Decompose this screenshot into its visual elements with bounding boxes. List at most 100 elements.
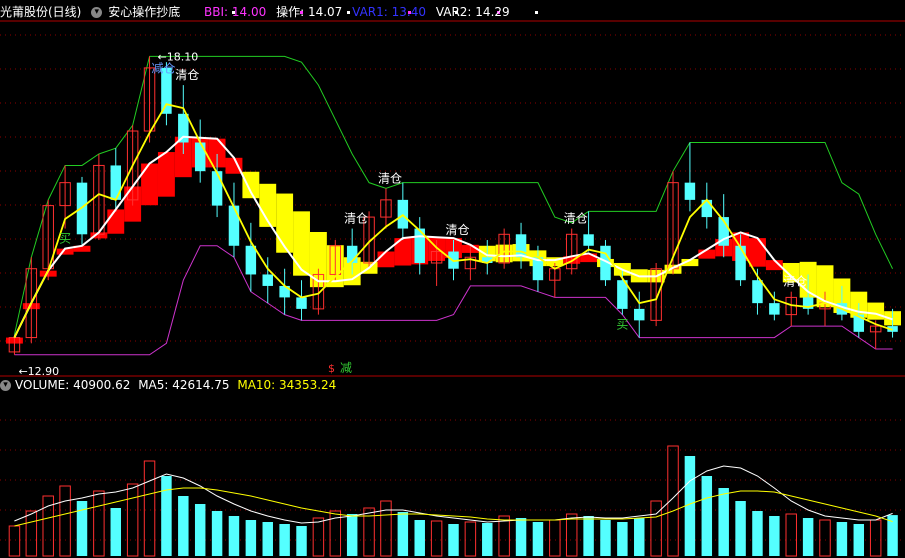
candle-body xyxy=(583,234,594,246)
candle-body xyxy=(262,274,273,286)
clear-signal-label: 清仓 xyxy=(378,171,402,185)
volume-bar xyxy=(785,513,797,557)
buy-signal-label: 买 xyxy=(59,232,71,246)
volume-bar xyxy=(25,510,38,557)
ribbon-segment xyxy=(377,251,395,268)
reduce-position-label: 减仓 xyxy=(152,61,176,75)
candle-body xyxy=(634,308,645,321)
ribbon-segment xyxy=(749,238,766,267)
candle-body xyxy=(769,303,780,315)
candle-body xyxy=(211,171,223,206)
candle-body xyxy=(752,280,763,304)
volume-bar xyxy=(245,520,257,556)
volume-bar xyxy=(143,460,156,557)
candle-body xyxy=(735,245,746,281)
volume-bar xyxy=(279,524,290,556)
volume-bar xyxy=(752,511,763,556)
signal-dot xyxy=(535,11,538,14)
ma10-value: MA10: 34353.24 xyxy=(237,378,337,392)
candle-body xyxy=(245,245,257,275)
volume-bar xyxy=(482,523,493,556)
ribbon-segment xyxy=(867,302,885,320)
volume-bar xyxy=(430,520,443,557)
volume-bar xyxy=(869,519,882,557)
volume-panel-header: ▾ VOLUME: 40900.62 MA5: 42614.75 MA10: 34… xyxy=(0,378,340,394)
volume-bar xyxy=(819,519,831,557)
volume-value: VOLUME: 40900.62 xyxy=(15,378,131,392)
volume-bar xyxy=(583,516,594,556)
volume-bar xyxy=(836,522,848,556)
volume-bar xyxy=(701,476,713,556)
volume-bar xyxy=(532,522,544,556)
volume-bar xyxy=(262,522,273,556)
volume-bar xyxy=(346,514,358,556)
volume-bar xyxy=(549,519,561,557)
volume-bar xyxy=(515,518,527,556)
ribbon-segment xyxy=(276,193,294,253)
min-price-label: ←12.90 xyxy=(18,365,59,378)
indicator-dropdown-icon[interactable]: ▾ xyxy=(91,7,103,18)
volume-bar xyxy=(464,521,477,557)
dollar-signal-label: $ xyxy=(328,362,335,375)
volume-bar xyxy=(650,500,662,557)
volume-bar xyxy=(296,526,307,556)
reduce-signal-label: 减 xyxy=(340,361,352,375)
volume-bar xyxy=(634,518,645,556)
var2-value: VAR2: 14.29 xyxy=(435,5,510,19)
price-panel-header: 光莆股份(日线) ▾ 安心操作抄底 BBI: 14.00 操作: 14.07 VA… xyxy=(0,3,516,21)
candle-body xyxy=(296,297,307,309)
volume-bar xyxy=(498,515,510,557)
volume-bar xyxy=(194,504,206,556)
ma5-value: MA5: 42614.75 xyxy=(138,378,230,392)
ribbon-segment xyxy=(107,209,125,234)
buy-signal-label: 买 xyxy=(616,318,628,332)
volume-bar xyxy=(397,512,409,556)
candle-body xyxy=(684,182,696,200)
volume-bar xyxy=(380,500,392,557)
var1-value: VAR1: 13.40 xyxy=(352,5,426,19)
volume-bar xyxy=(363,507,375,557)
bbi-value: BBI: 14.00 xyxy=(204,5,267,19)
candle-body xyxy=(178,113,189,143)
volume-bar xyxy=(414,520,425,556)
stock-title[interactable]: 光莆股份(日线) xyxy=(0,5,81,19)
op-value: 操作: 14.07 xyxy=(276,5,343,19)
volume-bar xyxy=(617,522,628,556)
candles xyxy=(8,56,898,355)
ribbon-segment xyxy=(141,163,158,206)
volume-bar xyxy=(8,525,21,557)
volume-bar xyxy=(448,524,459,556)
clear-signal-label: 清仓 xyxy=(564,212,588,226)
candle-body xyxy=(194,142,206,172)
volume-bar xyxy=(93,490,105,557)
volume-bar xyxy=(735,501,746,556)
candle-body xyxy=(515,234,527,258)
volume-bar xyxy=(110,508,121,556)
clear-signal-label: 清仓 xyxy=(783,275,807,289)
volume-bar xyxy=(228,516,240,556)
volume-bar xyxy=(161,476,172,556)
volume-bar xyxy=(802,518,814,556)
candle-body xyxy=(228,205,240,246)
volume-bar xyxy=(853,524,865,556)
volume-bar xyxy=(769,516,780,556)
volume-dropdown-icon[interactable]: ▾ xyxy=(0,380,11,391)
volume-bar xyxy=(211,511,223,556)
candle-body xyxy=(110,165,121,200)
stock-chart[interactable]: ←18.10←12.90减仓 清仓清仓清仓清仓清仓清仓买买$ 减 xyxy=(0,0,905,558)
volume-bar xyxy=(565,513,578,557)
volume-bar xyxy=(600,520,611,556)
volume-bar xyxy=(126,483,139,557)
clear-signal-label: 清仓 xyxy=(446,223,470,237)
volume-bar xyxy=(312,517,325,557)
clear-signal-label: 清仓 xyxy=(344,212,368,226)
volume-bar xyxy=(718,488,729,556)
clear-signal-label: 清仓 xyxy=(175,68,199,82)
ribbon-segment xyxy=(293,211,310,276)
volume-bar xyxy=(178,496,189,556)
volume-bar xyxy=(59,485,71,557)
volume-bars xyxy=(8,445,898,557)
ribbon-segment xyxy=(242,171,260,199)
ribbon-segment xyxy=(157,152,175,197)
indicator-name[interactable]: 安心操作抄底 xyxy=(108,5,180,19)
